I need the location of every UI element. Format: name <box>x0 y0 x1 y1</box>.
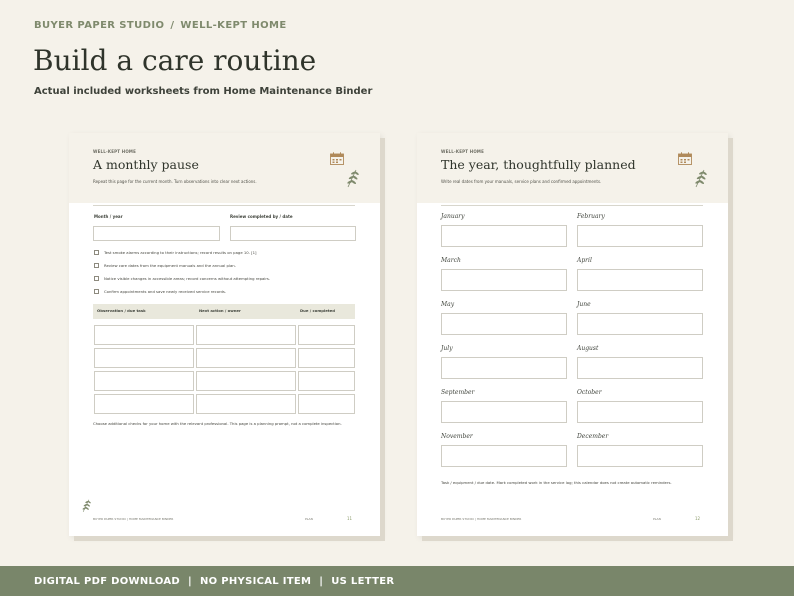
breadcrumb-separator: / <box>170 20 175 31</box>
month-label-august: August <box>577 345 599 352</box>
checkbox[interactable] <box>94 249 99 255</box>
leaf-sprig-icon <box>347 169 359 188</box>
sheet-footer-credit: BUYER PAPER STUDIO | HOME MAINTENANCE BI… <box>441 517 522 521</box>
sheet-footer-section: PLAN <box>653 517 661 521</box>
table-cell[interactable] <box>94 325 194 345</box>
month-label-april: April <box>577 257 592 264</box>
column-header-observation: Observation / due task <box>97 308 146 313</box>
page-number: 12 <box>695 516 701 521</box>
table-cell[interactable] <box>94 394 194 414</box>
sheet-brand: WELL-KEPT HOME <box>93 149 137 154</box>
page-title: Build a care routine <box>33 44 317 77</box>
month-field-august[interactable] <box>577 357 703 379</box>
checkbox[interactable] <box>94 262 99 268</box>
month-label-may: May <box>441 301 455 308</box>
checklist-item[interactable]: Notice visible changes in accessible are… <box>94 275 270 281</box>
table-cell[interactable] <box>298 348 355 368</box>
sheet-title: A monthly pause <box>93 157 199 172</box>
breadcrumb-item-studio[interactable]: BUYER PAPER STUDIO <box>34 20 164 31</box>
table-cell[interactable] <box>298 394 355 414</box>
calendar-icon <box>678 152 692 165</box>
sheet-brand: WELL-KEPT HOME <box>441 149 485 154</box>
format-us-letter: US LETTER <box>331 575 395 587</box>
sheet-note: Choose additional checks for your home w… <box>93 421 342 426</box>
checklist-text: Test smoke alarms according to their ins… <box>104 249 257 255</box>
month-label-october: October <box>577 389 602 396</box>
month-field-november[interactable] <box>441 445 567 467</box>
footer-separator: | <box>188 575 192 587</box>
review-completed-label: Review completed by / date <box>230 214 293 219</box>
column-header-next-action: Next action / owner <box>199 308 241 313</box>
format-no-physical: NO PHYSICAL ITEM <box>199 575 312 587</box>
sheet-footer-section: PLAN <box>305 517 313 521</box>
month-field-february[interactable] <box>577 225 703 247</box>
checklist-item[interactable]: Confirm appointments and save newly rece… <box>94 288 226 294</box>
column-header-due: Due / completed <box>300 308 335 313</box>
monthly-worksheet-page: WELL-KEPT HOME A monthly pause Repeat th… <box>69 133 380 536</box>
table-cell[interactable] <box>94 348 194 368</box>
header-divider <box>93 205 355 206</box>
month-label-january: January <box>441 213 465 220</box>
table-cell[interactable] <box>196 325 296 345</box>
yearly-planner-page: WELL-KEPT HOME The year, thoughtfully pl… <box>417 133 728 536</box>
checklist-item[interactable]: Test smoke alarms according to their ins… <box>94 249 257 255</box>
page-subtitle: Actual included worksheets from Home Mai… <box>34 86 373 97</box>
checklist-text: Review care dates from the equipment man… <box>104 262 236 268</box>
breadcrumb-item-home[interactable]: WELL-KEPT HOME <box>180 20 286 31</box>
month-label-december: December <box>577 433 609 440</box>
month-field-january[interactable] <box>441 225 567 247</box>
month-label-july: July <box>441 345 453 352</box>
footer-separator: | <box>319 575 324 587</box>
checklist-text: Confirm appointments and save newly rece… <box>104 288 227 294</box>
header-divider <box>441 205 703 206</box>
table-cell[interactable] <box>196 348 296 368</box>
month-field-october[interactable] <box>577 401 703 423</box>
checklist-item[interactable]: Review care dates from the equipment man… <box>94 262 236 268</box>
checkbox[interactable] <box>94 288 99 294</box>
month-field-june[interactable] <box>577 313 703 335</box>
month-field-may[interactable] <box>441 313 567 335</box>
month-field-april[interactable] <box>577 269 703 291</box>
month-year-label: Month / year <box>94 214 123 219</box>
month-label-november: November <box>441 433 473 440</box>
sheet-description: Repeat this page for the current month. … <box>93 179 257 184</box>
month-field-december[interactable] <box>577 445 703 467</box>
calendar-icon <box>330 152 344 165</box>
month-field-march[interactable] <box>441 269 567 291</box>
month-label-june: June <box>577 301 591 308</box>
month-label-february: February <box>577 213 605 220</box>
checklist-text: Notice visible changes in accessible are… <box>104 275 271 281</box>
format-digital: DIGITAL PDF DOWNLOAD <box>34 575 181 587</box>
leaf-sprig-icon <box>695 169 707 188</box>
table-cell[interactable] <box>196 394 296 414</box>
sheet-description: Write real dates from your manuals, serv… <box>441 179 602 184</box>
table-cell[interactable] <box>298 371 355 391</box>
month-year-field[interactable] <box>93 226 220 241</box>
sheet-title: The year, thoughtfully planned <box>441 157 636 172</box>
product-info-bar: DIGITAL PDF DOWNLOAD | NO PHYSICAL ITEM | US… <box>0 566 794 596</box>
month-field-july[interactable] <box>441 357 567 379</box>
leaf-sprig-icon <box>82 499 91 513</box>
sheet-note: Task / equipment / due date. Mark comple… <box>441 480 672 485</box>
page-number: 11 <box>347 516 353 521</box>
month-field-september[interactable] <box>441 401 567 423</box>
checkbox[interactable] <box>94 275 99 281</box>
month-label-march: March <box>441 257 461 264</box>
table-cell[interactable] <box>298 325 355 345</box>
breadcrumb: BUYER PAPER STUDIO / WELL-KEPT HOME <box>34 20 287 31</box>
sheet-footer-credit: BUYER PAPER STUDIO | HOME MAINTENANCE BI… <box>93 517 174 521</box>
task-table-header: Observation / due task Next action / own… <box>93 304 355 319</box>
table-cell[interactable] <box>94 371 194 391</box>
table-cell[interactable] <box>196 371 296 391</box>
review-completed-field[interactable] <box>230 226 356 241</box>
month-label-september: September <box>441 389 475 396</box>
